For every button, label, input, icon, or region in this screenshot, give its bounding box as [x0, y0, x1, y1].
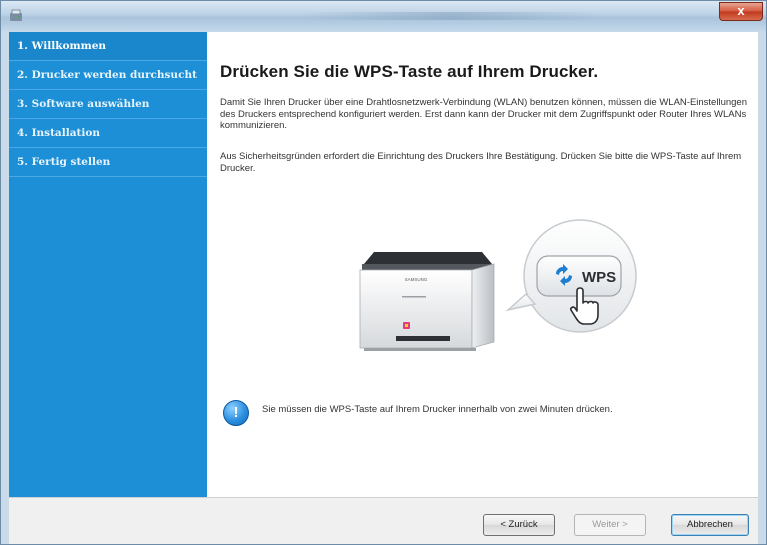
page-title: Drücken Sie die WPS-Taste auf Ihrem Druc…: [220, 62, 599, 81]
step-finish: 5. Fertig stellen: [9, 148, 207, 177]
wps-bubble: WPS: [505, 219, 637, 333]
close-icon: x: [737, 3, 745, 18]
security-info-text: Aus Sicherheitsgründen erfordert die Ein…: [220, 151, 742, 174]
close-button[interactable]: x: [719, 2, 763, 21]
step-select-software: 3. Software auswählen: [9, 90, 207, 119]
steps-sidebar: 1. Willkommen 2. Drucker werden durchsuc…: [9, 32, 207, 497]
button-bar: < Zurück Weiter > Abbrechen: [9, 497, 758, 544]
title-bar[interactable]: x: [1, 1, 766, 31]
client-area: 1. Willkommen 2. Drucker werden durchsuc…: [9, 32, 758, 497]
wps-time-note: Sie müssen die WPS-Taste auf Ihrem Druck…: [262, 404, 613, 415]
window-title: [301, 12, 601, 20]
cancel-button[interactable]: Abbrechen: [671, 514, 749, 536]
step-searching-printers: 2. Drucker werden durchsucht: [9, 61, 207, 90]
step-welcome: 1. Willkommen: [9, 32, 207, 61]
info-icon: !: [223, 400, 249, 426]
printer-wps-illustration: SAMSUNG WPS: [359, 219, 637, 351]
printer-icon: SAMSUNG: [359, 252, 495, 351]
next-button[interactable]: Weiter >: [574, 514, 646, 536]
step-installation: 4. Installation: [9, 119, 207, 148]
wps-button-label: WPS: [582, 269, 616, 286]
installer-window: x 1. Willkommen 2. Drucker werden durchs…: [0, 0, 767, 545]
back-button[interactable]: < Zurück: [483, 514, 555, 536]
installer-app-icon: [10, 9, 22, 21]
wlan-info-text: Damit Sie Ihren Drucker über eine Drahtl…: [220, 97, 747, 131]
main-content: Drücken Sie die WPS-Taste auf Ihrem Druc…: [207, 32, 758, 497]
printer-brand-label: SAMSUNG: [405, 277, 428, 282]
